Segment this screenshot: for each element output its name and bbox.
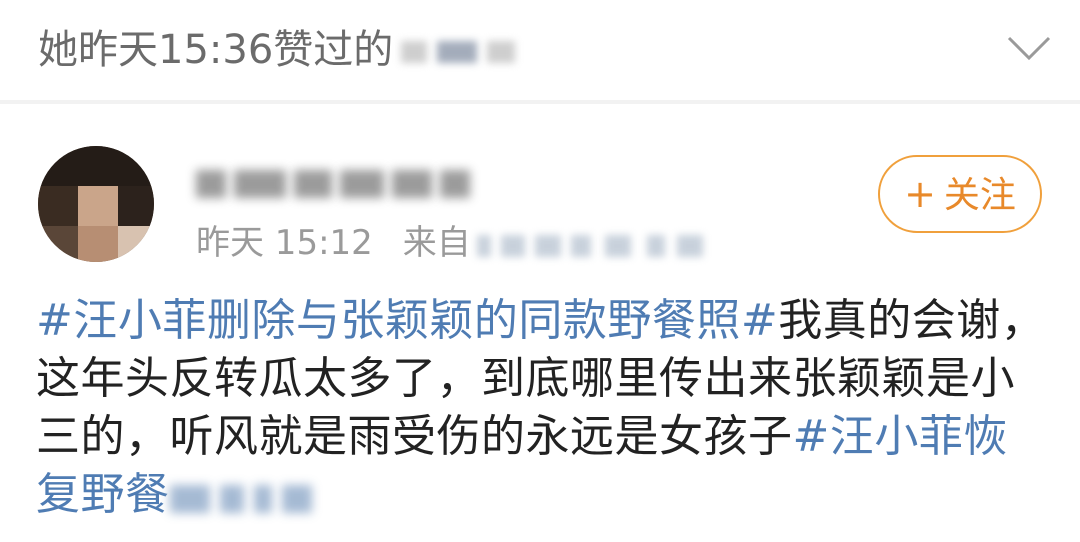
redacted-liked-name [401, 33, 521, 71]
chevron-down-icon[interactable] [1004, 30, 1054, 66]
hashtag-link[interactable]: #汪小菲删除与张颖颖的同款野餐照# [36, 295, 778, 346]
post-line-1: #汪小菲删除与张颖颖的同款野餐照#我真的会谢， [36, 292, 1066, 350]
hashtag-link[interactable]: #汪小菲恢 [793, 411, 1008, 462]
liked-by-label: 她昨天15:36赞过的 [38, 27, 394, 73]
hashtag-redacted-tail [169, 475, 320, 519]
follow-button[interactable]: + 关注 [878, 155, 1042, 233]
author-name-redacted[interactable] [196, 160, 476, 206]
post-text: 这年头反转瓜太多了，到底哪里传出来张颖颖是小 [36, 353, 1015, 404]
liked-by-text: 她昨天15:36赞过的 [38, 24, 521, 76]
plus-icon: + [904, 172, 936, 216]
section-divider [0, 100, 1080, 104]
post-content: #汪小菲删除与张颖颖的同款野餐照#我真的会谢， 这年头反转瓜太多了，到底哪里传出… [36, 292, 1066, 524]
post-line-4: 复野餐 [36, 466, 1066, 524]
post-time: 昨天 15:12 [196, 223, 373, 263]
avatar[interactable] [38, 146, 154, 262]
post-line-2: 这年头反转瓜太多了，到底哪里传出来张颖颖是小 [36, 350, 1066, 408]
follow-label: 关注 [943, 175, 1016, 216]
post-text: 三的，听风就是雨受伤的永远是女孩子 [36, 411, 793, 462]
hashtag-link-continued[interactable]: 复野餐 [36, 469, 170, 520]
liked-by-header: 她昨天15:36赞过的 [0, 0, 1080, 100]
post-meta: 昨天 15:12 来自 [196, 220, 711, 266]
post-text: 我真的会谢， [778, 295, 1046, 346]
source-prefix: 来自 [402, 223, 471, 263]
source-redacted [471, 225, 711, 265]
post-line-3: 三的，听风就是雨受伤的永远是女孩子#汪小菲恢 [36, 408, 1066, 466]
